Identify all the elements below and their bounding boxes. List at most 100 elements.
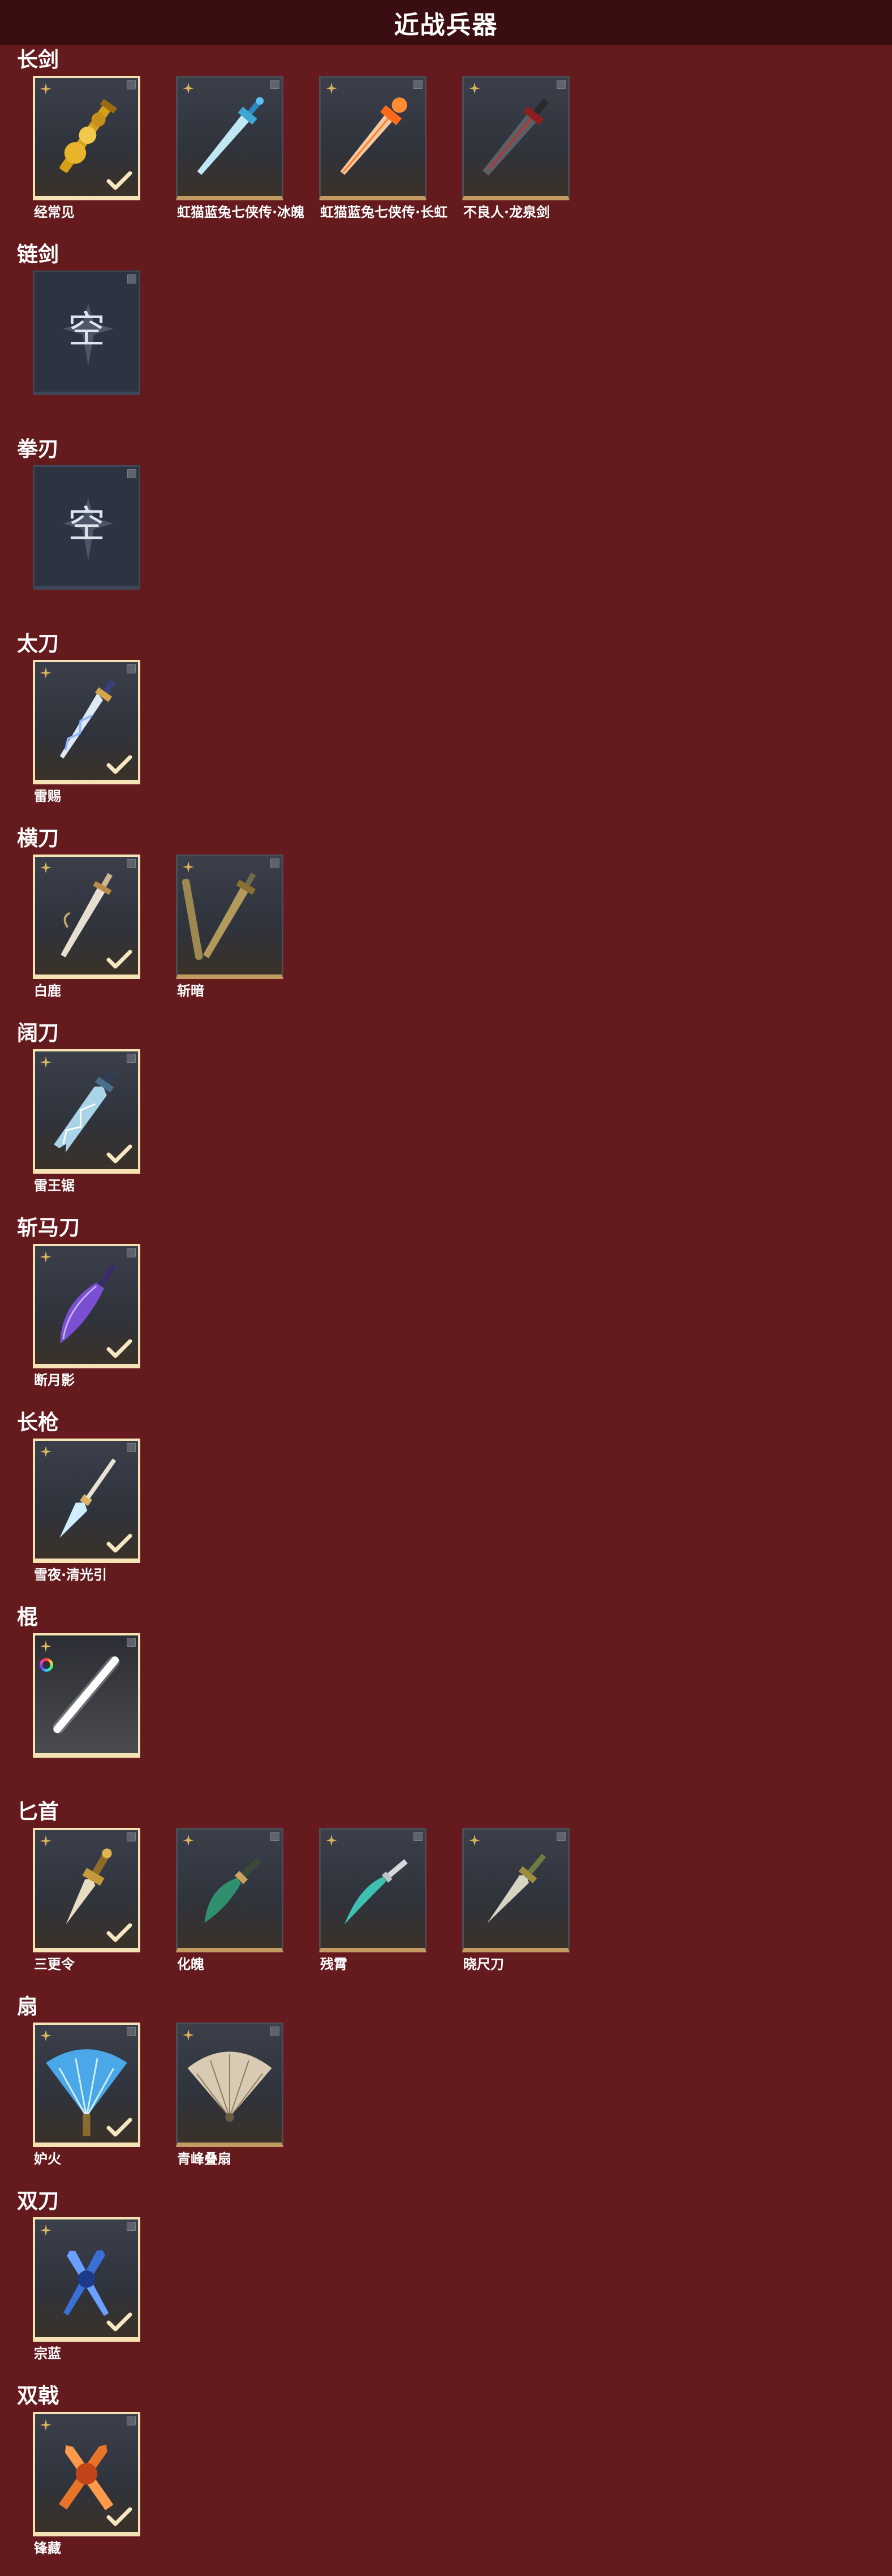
fire-sword-icon <box>321 78 425 196</box>
weapon-slot[interactable]: 雷王锯 <box>33 1049 143 1196</box>
category-zhanmadao: 斩马刀 断月影 <box>0 1213 892 1408</box>
rarity-star-icon <box>468 1834 481 1847</box>
weapon-slot[interactable]: 斩暗 <box>176 855 286 1002</box>
weapon-slot[interactable]: 白鹿 <box>33 855 143 1002</box>
weapon-slot[interactable] <box>33 1633 143 1780</box>
weapon-name: 三更令 <box>34 1956 75 1972</box>
category-title: 棍 <box>17 1605 38 1629</box>
category-taidao: 太刀 雷赐 <box>0 629 892 824</box>
rarity-star-icon <box>40 2029 52 2042</box>
weapon-card[interactable] <box>462 1828 570 1952</box>
weapon-slot[interactable]: 三更令 <box>33 1828 143 1975</box>
weapon-name: 残霄 <box>320 1956 347 1972</box>
corner-tab-icon <box>127 274 136 284</box>
rarity-star-icon <box>40 861 52 874</box>
weapon-name: 晓尺刀 <box>463 1956 504 1972</box>
equipped-check-icon <box>106 2312 132 2333</box>
rarity-star-icon <box>468 82 481 95</box>
empty-weapon-slot[interactable]: 空 <box>33 465 143 612</box>
weapon-card[interactable] <box>33 855 140 979</box>
category-title: 拳刃 <box>17 437 59 461</box>
weapon-card[interactable] <box>33 1828 140 1952</box>
category-quandao: 拳刃空 <box>0 435 892 629</box>
weapon-card[interactable] <box>176 1828 283 1952</box>
weapon-name: 经常见 <box>34 204 75 220</box>
weapon-card[interactable]: 空 <box>33 271 140 395</box>
weapon-card[interactable] <box>33 2217 140 2342</box>
weapon-name: 妒火 <box>34 2151 61 2167</box>
category-title: 双戟 <box>17 2384 59 2408</box>
weapon-card[interactable] <box>33 1049 140 1174</box>
equipped-check-icon <box>106 2507 132 2527</box>
corner-tab-icon <box>127 1638 136 1647</box>
corner-tab-icon <box>127 1248 136 1257</box>
weapon-card[interactable] <box>33 1633 140 1758</box>
curved-dagger-icon <box>321 1830 425 1948</box>
weapon-card[interactable]: 空 <box>33 465 140 590</box>
category-title: 阔刀 <box>17 1021 59 1045</box>
equipped-check-icon <box>106 1534 132 1554</box>
weapon-slot[interactable]: 残霄 <box>319 1828 429 1975</box>
weapon-card[interactable] <box>462 76 570 200</box>
weapon-slot[interactable]: 虹猫蓝兔七侠传·长虹 <box>319 76 447 223</box>
equipped-check-icon <box>106 2118 132 2138</box>
weapon-card[interactable] <box>176 2023 283 2147</box>
rarity-star-icon <box>40 667 52 679</box>
weapon-card[interactable] <box>33 1439 140 1563</box>
rgb-color-ring-icon <box>40 1658 53 1672</box>
rarity-star-icon <box>40 1056 52 1068</box>
weapon-card[interactable] <box>33 1244 140 1368</box>
category-title: 斩马刀 <box>17 1216 80 1240</box>
corner-tab-icon <box>127 2027 136 2036</box>
weapon-card[interactable] <box>33 2412 140 2536</box>
equipped-check-icon <box>106 171 132 191</box>
weapon-card[interactable] <box>33 660 140 784</box>
category-changqiang: 长枪 雪夜·清光引 <box>0 1408 892 1603</box>
category-changjian: 长剑 经常见 虹猫蓝兔七侠传·冰魄 虹猫蓝兔七侠传·长虹 不良人·龙泉剑 <box>0 45 892 240</box>
empty-weapon-slot[interactable]: 空 <box>33 271 143 418</box>
weapon-slot[interactable]: 化魄 <box>176 1828 286 1975</box>
category-hengdao: 横刀 白鹿 斩暗 <box>0 824 892 1019</box>
corner-tab-icon <box>127 2222 136 2231</box>
weapon-card[interactable] <box>33 76 140 200</box>
weapon-name: 雪夜·清光引 <box>34 1567 107 1583</box>
rarity-star-icon <box>40 2224 52 2236</box>
weapon-slot[interactable]: 虹猫蓝兔七侠传·冰魄 <box>176 76 304 223</box>
corner-tab-icon <box>127 859 136 868</box>
empty-slot-label: 空 <box>68 503 105 546</box>
category-title: 匕首 <box>17 1800 59 1824</box>
corner-tab-icon <box>270 858 279 868</box>
weapon-slot[interactable]: 妒火 <box>33 2023 143 2170</box>
category-shuangji: 双戟 锋藏 <box>0 2381 892 2576</box>
rarity-star-icon <box>40 1251 52 1263</box>
weapon-slot[interactable]: 断月影 <box>33 1244 143 1391</box>
weapon-slot[interactable]: 雪夜·清光引 <box>33 1439 143 1586</box>
weapon-slot[interactable]: 青峰叠扇 <box>176 2023 286 2170</box>
weapon-card[interactable] <box>33 2023 140 2147</box>
category-title: 长枪 <box>17 1410 59 1435</box>
weapon-name: 化魄 <box>177 1956 204 1972</box>
bronze-blade-icon <box>178 856 282 974</box>
category-kuodao: 阔刀 雷王锯 <box>0 1019 892 1213</box>
weapon-slot[interactable]: 经常见 <box>33 76 143 223</box>
weapon-card[interactable] <box>176 76 283 200</box>
corner-tab-icon <box>557 80 566 89</box>
weapon-name: 虹猫蓝兔七侠传·冰魄 <box>177 204 305 220</box>
weapon-name: 虹猫蓝兔七侠传·长虹 <box>320 204 448 220</box>
weapon-slot[interactable]: 不良人·龙泉剑 <box>462 76 572 223</box>
weapon-card[interactable] <box>319 1828 426 1952</box>
weapon-slot[interactable]: 晓尺刀 <box>462 1828 572 1975</box>
weapon-slot[interactable]: 锋藏 <box>33 2412 143 2559</box>
page-title: 近战兵器 <box>394 11 498 40</box>
weapon-slot[interactable]: 宗蓝 <box>33 2217 143 2364</box>
weapon-name: 白鹿 <box>34 983 61 999</box>
folding-fan-icon <box>178 2024 282 2143</box>
glowing-staff-icon <box>35 1635 138 1753</box>
corner-tab-icon <box>127 2416 136 2425</box>
rarity-star-icon <box>40 1445 52 1458</box>
weapon-name: 雷赐 <box>34 788 61 804</box>
weapon-slot[interactable]: 雷赐 <box>33 660 143 807</box>
weapon-card[interactable] <box>176 855 283 979</box>
corner-tab-icon <box>127 469 136 478</box>
weapon-card[interactable] <box>319 76 426 200</box>
